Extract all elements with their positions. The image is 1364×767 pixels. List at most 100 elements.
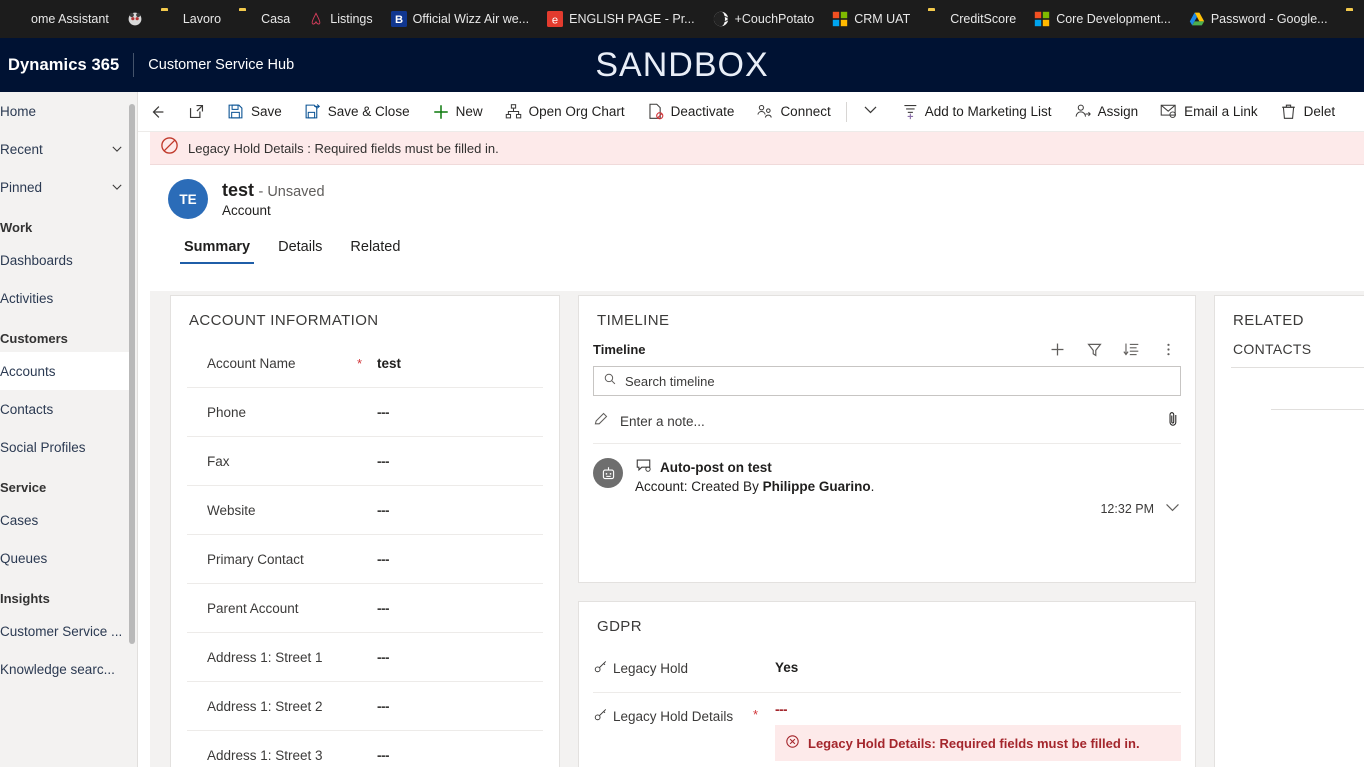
bookmark-label: CRM UAT <box>854 12 911 26</box>
tab-related[interactable]: Related <box>336 233 414 264</box>
plus-icon[interactable] <box>1049 341 1066 358</box>
bookmark-item[interactable]: Games <box>1337 6 1364 32</box>
bookmark-label: ENGLISH PAGE - Pr... <box>569 12 695 26</box>
bookmark-item[interactable]: Listings <box>299 6 381 32</box>
sidebar-item-home[interactable]: Home <box>0 92 134 130</box>
gdpr-field-legacy-hold[interactable]: Legacy Hold Yes <box>593 645 1181 693</box>
sidebar-item-customer-service[interactable]: Customer Service ... <box>0 612 134 650</box>
bookmark-item[interactable]: +CouchPotato <box>704 6 824 32</box>
sidebar-item-knowledge-searc[interactable]: Knowledge searc... <box>0 650 134 688</box>
attach-icon[interactable] <box>1165 410 1181 433</box>
sitemap-sidebar[interactable]: Home Recent Pinned Work Dashboards Activities… <box>0 92 138 767</box>
field-value[interactable]: --- <box>377 552 390 567</box>
sidebar-item-dashboards[interactable]: Dashboards <box>0 241 134 279</box>
field-address-1-street-1[interactable]: Address 1: Street 1 --- <box>187 633 543 682</box>
command-popout[interactable] <box>177 92 216 131</box>
chevron-down-icon[interactable] <box>110 142 124 156</box>
section-title-timeline: TIMELINE <box>597 312 670 329</box>
form-notification-bar[interactable]: Legacy Hold Details : Required fields mu… <box>150 132 1364 165</box>
command-back-arrow[interactable] <box>138 92 177 131</box>
filter-icon[interactable] <box>1086 341 1103 358</box>
bookmark-item[interactable]: CRM UAT <box>823 6 919 32</box>
field-value[interactable]: Yes <box>775 645 1181 675</box>
sidebar-item-queues[interactable]: Queues <box>0 539 134 577</box>
header-divider <box>133 53 135 77</box>
timeline-note-input[interactable]: Enter a note... <box>593 408 1181 444</box>
command-chevron-down[interactable] <box>851 92 890 131</box>
related-column-header[interactable]: Full Nam <box>1231 367 1364 409</box>
bookmark-item[interactable] <box>118 6 152 32</box>
brand-logo[interactable]: Dynamics 365 <box>0 56 119 75</box>
tab-details[interactable]: Details <box>264 233 336 264</box>
sidebar-item-activities[interactable]: Activities <box>0 279 134 317</box>
related-section: RELATED CONTACTS Full Nam 0 - 0 of 0 <box>1214 295 1364 767</box>
command-open-org-chart[interactable]: Open Org Chart <box>494 92 636 131</box>
command-deactivate[interactable]: Deactivate <box>636 92 746 131</box>
field-fax[interactable]: Fax --- <box>187 437 543 486</box>
section-title-account-information: ACCOUNT INFORMATION <box>189 312 379 329</box>
command-delet[interactable]: Delet <box>1269 92 1347 131</box>
sort-icon[interactable] <box>1123 341 1140 358</box>
field-value[interactable]: --- <box>377 650 390 665</box>
sidebar-item-accounts[interactable]: Accounts <box>0 352 134 390</box>
notification-message: Legacy Hold Details : Required fields mu… <box>188 140 499 156</box>
sidebar-item-label: Contacts <box>0 401 54 417</box>
chevron-down-icon[interactable] <box>110 180 124 194</box>
bookmark-item[interactable]: e ENGLISH PAGE - Pr... <box>538 6 704 32</box>
globe-icon <box>712 11 729 27</box>
command-save-close[interactable]: Save & Close <box>293 92 421 131</box>
sidebar-group-customers: Customers <box>0 331 68 346</box>
bookmark-item[interactable]: Core Development... <box>1025 6 1180 32</box>
command-email-a-link[interactable]: Email a Link <box>1149 92 1269 131</box>
post-body-text: Account: Created By Philippe Guarino. <box>635 479 1181 494</box>
sidebar-item-recent[interactable]: Recent <box>0 130 134 168</box>
field-address-1-street-2[interactable]: Address 1: Street 2 --- <box>187 682 543 731</box>
timeline-subtitle: Timeline <box>593 342 646 357</box>
field-address-1-street-3[interactable]: Address 1: Street 3 --- <box>187 731 543 767</box>
command-new[interactable]: New <box>421 92 494 131</box>
app-name-label[interactable]: Customer Service Hub <box>148 57 294 73</box>
field-website[interactable]: Website --- <box>187 486 543 535</box>
post-author: Philippe Guarino <box>762 479 871 494</box>
command-save[interactable]: Save <box>216 92 293 131</box>
bookmark-item[interactable]: CreditScore <box>919 6 1025 32</box>
field-value-column: --- Legacy Hold Details: Required fields … <box>775 693 1181 761</box>
field-primary-contact[interactable]: Primary Contact --- <box>187 535 543 584</box>
field-value[interactable]: --- <box>775 693 1181 717</box>
tab-summary[interactable]: Summary <box>170 233 264 264</box>
sidebar-item-cases[interactable]: Cases <box>0 501 134 539</box>
bookmark-item[interactable]: Casa <box>230 6 299 32</box>
form-tabs: Summary Details Related <box>150 233 1364 264</box>
field-label: Parent Account <box>207 600 299 616</box>
chevron-down-icon[interactable] <box>1164 501 1181 516</box>
field-value[interactable]: --- <box>377 748 390 763</box>
sidebar-item-pinned[interactable]: Pinned <box>0 168 134 206</box>
bookmark-item[interactable]: Password - Google... <box>1180 6 1337 32</box>
field-value[interactable]: --- <box>377 601 390 616</box>
field-value[interactable]: --- <box>377 405 390 420</box>
field-value[interactable]: test <box>377 356 401 371</box>
sidebar-item-social-profiles[interactable]: Social Profiles <box>0 428 134 466</box>
field-value[interactable]: --- <box>377 699 390 714</box>
bookmark-item[interactable]: ome Assistant <box>0 6 118 32</box>
command-add-to-marketing-list[interactable]: Add to Marketing List <box>890 92 1063 131</box>
field-account-name[interactable]: Account Name * test <box>187 339 543 388</box>
field-label: Primary Contact <box>207 551 304 567</box>
gdpr-section: GDPR Legacy Hold Yes Legacy Hold Details * -… <box>578 601 1196 767</box>
more-vertical-icon[interactable] <box>1160 341 1177 358</box>
field-value[interactable]: --- <box>377 503 390 518</box>
command-connect[interactable]: Connect <box>745 92 841 131</box>
field-value[interactable]: --- <box>377 454 390 469</box>
pencil-icon <box>593 411 609 432</box>
sidebar-item-contacts[interactable]: Contacts <box>0 390 134 428</box>
gdpr-field-legacy-hold-details[interactable]: Legacy Hold Details * --- Legacy Hold Detai… <box>593 693 1181 761</box>
field-phone[interactable]: Phone --- <box>187 388 543 437</box>
command-assign[interactable]: Assign <box>1063 92 1150 131</box>
sidebar-scrollbar[interactable] <box>129 104 135 644</box>
bookmark-item[interactable]: B Official Wizz Air we... <box>382 6 538 32</box>
timeline-post[interactable]: Auto-post on test Account: Created By Ph… <box>579 444 1195 516</box>
deactivate-icon <box>647 103 664 120</box>
field-parent-account[interactable]: Parent Account --- <box>187 584 543 633</box>
bookmark-item[interactable]: Lavoro <box>152 6 230 32</box>
timeline-search-input[interactable]: Search timeline <box>593 366 1181 396</box>
